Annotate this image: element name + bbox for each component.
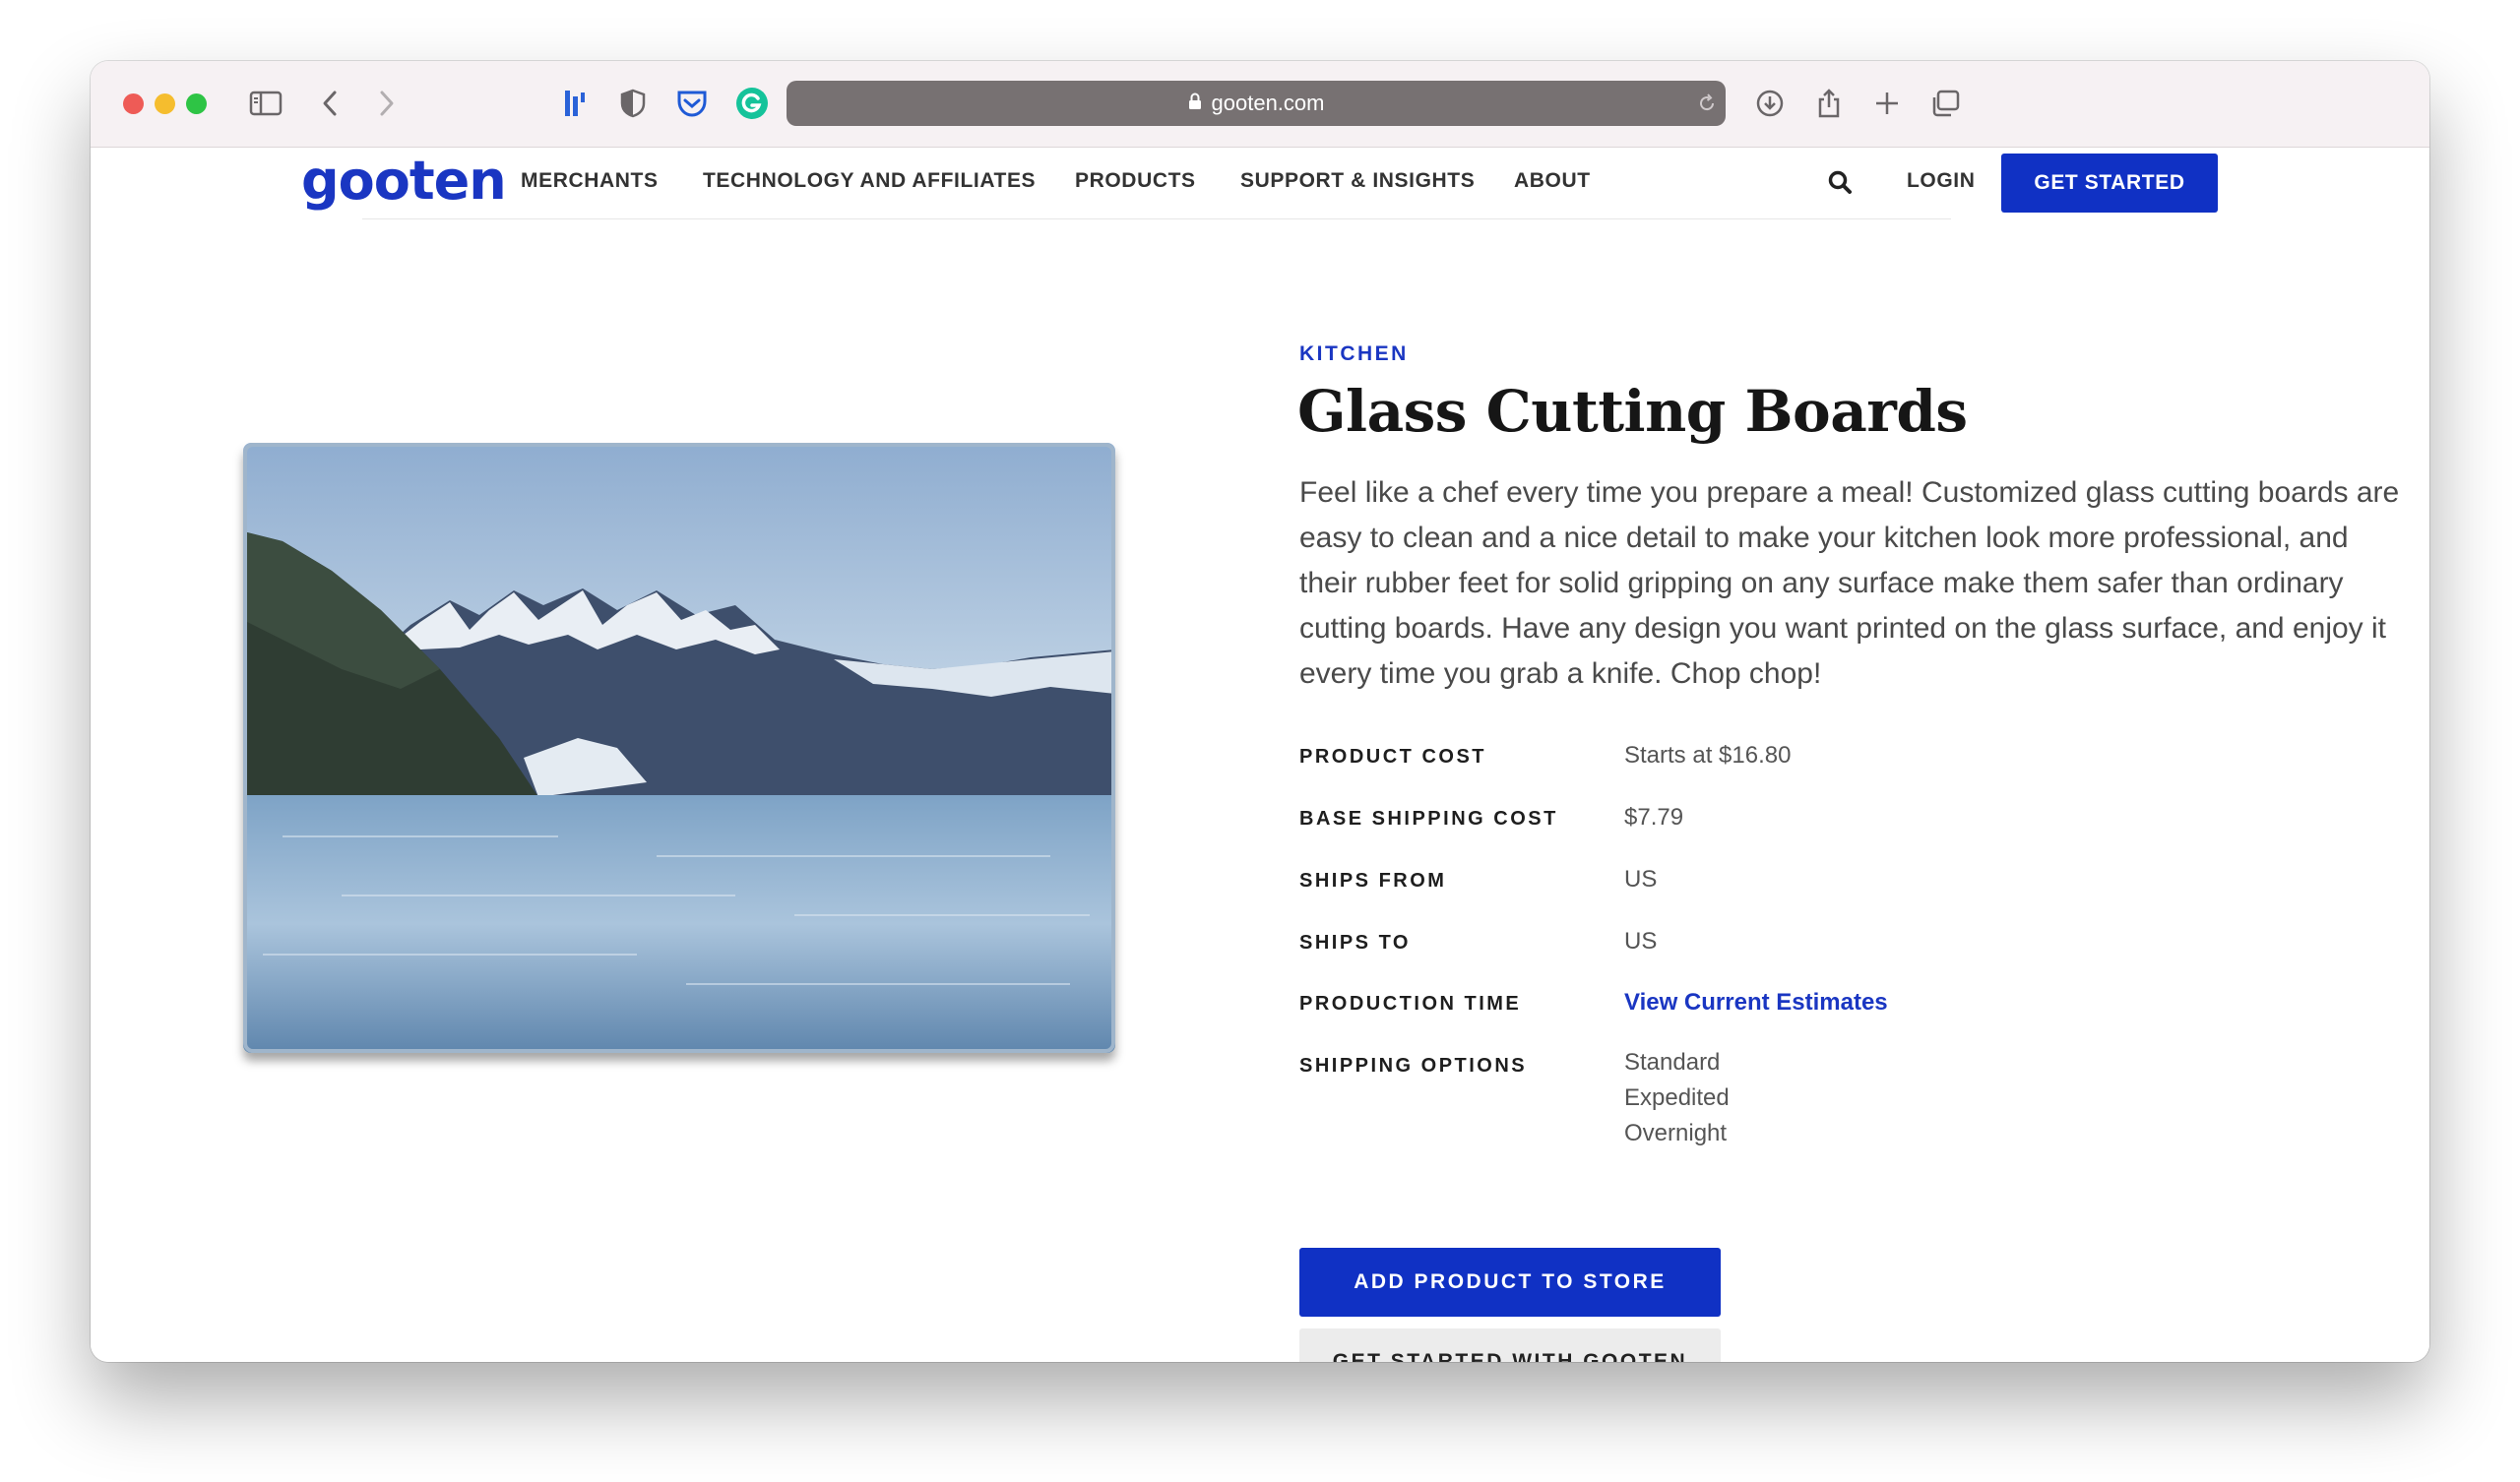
browser-window: gooten.com gooten MERCHANTS TECHNOLOGY A… <box>91 61 2429 1362</box>
bookmark-extension-icon[interactable] <box>554 83 596 124</box>
download-icon[interactable] <box>1749 83 1791 124</box>
base-shipping-value: $7.79 <box>1624 804 1684 831</box>
lock-icon <box>1188 91 1202 116</box>
share-icon[interactable] <box>1808 83 1850 124</box>
forward-icon[interactable] <box>366 83 408 124</box>
view-estimates-link[interactable]: View Current Estimates <box>1624 989 1888 1017</box>
browser-toolbar: gooten.com <box>91 61 2429 148</box>
tabs-overview-icon[interactable] <box>1924 83 1966 124</box>
shipping-options-list: Standard Expedited Overnight <box>1624 1045 1730 1151</box>
shipping-option: Standard <box>1624 1049 1721 1076</box>
product-category[interactable]: KITCHEN <box>1299 342 1409 366</box>
product-cost-value: Starts at $16.80 <box>1624 742 1792 769</box>
add-product-to-store-button[interactable]: ADD PRODUCT TO STORE <box>1299 1248 1721 1317</box>
site-header: gooten MERCHANTS TECHNOLOGY AND AFFILIAT… <box>91 148 2429 219</box>
base-shipping-label: BASE SHIPPING COST <box>1299 808 1558 830</box>
ships-to-value: US <box>1624 928 1658 955</box>
get-started-with-gooten-button[interactable]: GET STARTED WITH GOOTEN <box>1299 1328 1721 1362</box>
grammarly-icon[interactable] <box>731 83 773 124</box>
web-page: gooten MERCHANTS TECHNOLOGY AND AFFILIAT… <box>91 148 2429 1362</box>
pocket-icon[interactable] <box>671 83 713 124</box>
ships-from-label: SHIPS FROM <box>1299 870 1447 892</box>
product-description: Feel like a chef every time you prepare … <box>1299 476 2400 690</box>
nav-technology-and-affiliates[interactable]: TECHNOLOGY AND AFFILIATES <box>703 169 1036 193</box>
product-image[interactable] <box>243 443 1115 1053</box>
back-icon[interactable] <box>309 83 350 124</box>
ships-from-value: US <box>1624 866 1658 893</box>
url-text: gooten.com <box>1211 91 1325 115</box>
get-started-button[interactable]: GET STARTED <box>2001 154 2218 213</box>
close-window-button[interactable] <box>123 93 144 114</box>
nav-about[interactable]: ABOUT <box>1514 169 1591 193</box>
header-divider <box>362 218 1951 219</box>
production-time-label: PRODUCTION TIME <box>1299 993 1522 1015</box>
reload-icon[interactable] <box>1696 93 1718 120</box>
product-cost-label: PRODUCT COST <box>1299 746 1486 768</box>
maximize-window-button[interactable] <box>186 93 207 114</box>
nav-support-insights[interactable]: SUPPORT & INSIGHTS <box>1240 169 1475 193</box>
login-link[interactable]: LOGIN <box>1907 169 1976 193</box>
shield-icon[interactable] <box>612 83 654 124</box>
product-title: Glass Cutting Boards <box>1297 378 1968 445</box>
new-tab-icon[interactable] <box>1866 83 1908 124</box>
search-icon[interactable] <box>1827 169 1857 199</box>
nav-products[interactable]: PRODUCTS <box>1075 169 1196 193</box>
shipping-option: Expedited <box>1624 1084 1730 1111</box>
address-bar[interactable]: gooten.com <box>787 81 1726 126</box>
shipping-options-label: SHIPPING OPTIONS <box>1299 1055 1528 1077</box>
gooten-logo[interactable]: gooten <box>301 150 507 212</box>
nav-merchants[interactable]: MERCHANTS <box>521 169 659 193</box>
minimize-window-button[interactable] <box>155 93 175 114</box>
ships-to-label: SHIPS TO <box>1299 932 1411 954</box>
sidebar-icon[interactable] <box>245 83 286 124</box>
shipping-option: Overnight <box>1624 1120 1728 1146</box>
